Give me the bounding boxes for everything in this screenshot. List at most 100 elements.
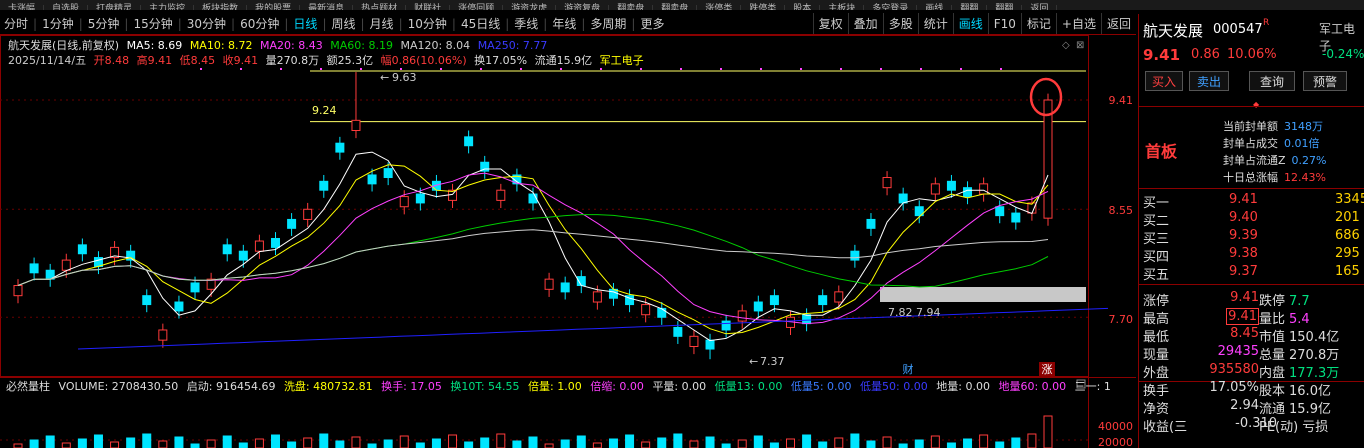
candle[interactable] — [850, 244, 860, 268]
seal-key: 十日总涨幅 — [1223, 171, 1278, 184]
candle[interactable] — [367, 168, 377, 192]
event-dot — [800, 68, 802, 70]
low-price-label: 7.37 — [760, 355, 785, 368]
candle[interactable] — [287, 213, 297, 236]
candle[interactable] — [528, 187, 538, 211]
high-price-label: 9.63 — [392, 71, 417, 84]
candle-body — [415, 193, 425, 204]
price-change: 0.86 — [1191, 47, 1220, 62]
candle[interactable] — [979, 177, 989, 202]
sell-button[interactable]: 卖出 — [1189, 71, 1229, 91]
seal-key: 封单占流通Z — [1223, 154, 1286, 167]
candle[interactable] — [963, 181, 973, 205]
indicator-name[interactable]: 必然量柱 — [6, 380, 50, 393]
volume-bar — [222, 435, 232, 448]
candle[interactable] — [882, 171, 892, 196]
ma250-line — [77, 307, 1109, 350]
candle[interactable] — [866, 213, 876, 236]
stat-value: 15.9亿 — [1289, 402, 1331, 417]
candle-body — [963, 187, 973, 198]
event-marker: 涨 — [1042, 363, 1053, 376]
bid-row[interactable]: 买五 9.37 165 — [1139, 264, 1364, 283]
bid-price: 9.37 — [1229, 264, 1258, 279]
candle-body — [1011, 212, 1021, 223]
stat-right: 跌停 7.7 — [1259, 290, 1310, 309]
yaxis-label: 8.55 — [1109, 204, 1134, 217]
settings-icon[interactable]: ◇ — [1062, 40, 1070, 51]
candle[interactable] — [319, 174, 329, 198]
stat-value: 270.8万 — [1289, 348, 1340, 363]
bid-row[interactable]: 买二 9.40 201 — [1139, 210, 1364, 229]
candle[interactable] — [930, 177, 940, 202]
alert-button[interactable]: 预警 — [1303, 71, 1347, 91]
expand-arrow-icon[interactable]: ◆ — [1253, 100, 1259, 109]
candle-body — [705, 339, 715, 350]
candle[interactable] — [448, 183, 458, 209]
candle[interactable] — [496, 183, 506, 209]
volume-bar — [898, 443, 908, 448]
candle[interactable] — [303, 202, 313, 228]
seal-value: 0.01倍 — [1284, 137, 1320, 150]
candle[interactable] — [576, 270, 586, 294]
candle[interactable] — [753, 295, 763, 319]
candle[interactable] — [126, 244, 136, 268]
candle[interactable] — [77, 238, 87, 262]
candle[interactable] — [271, 232, 280, 256]
candle-body — [721, 320, 731, 331]
seal-value: 12.43% — [1284, 171, 1326, 184]
candle[interactable] — [464, 130, 474, 154]
bid-price: 9.40 — [1229, 210, 1258, 225]
diliang5-value: 低量5: 0.00 — [790, 380, 852, 393]
bid-row[interactable]: 买一 9.41 3345 — [1139, 192, 1364, 211]
candle[interactable] — [254, 234, 264, 259]
candle[interactable] — [689, 329, 699, 355]
huan10-value: 换10T: 54.55 — [450, 380, 520, 393]
candle[interactable] — [705, 333, 715, 360]
candle[interactable] — [625, 289, 635, 313]
candle[interactable] — [995, 200, 1005, 224]
candle[interactable] — [737, 304, 747, 329]
close-icon[interactable]: ⊠ — [1076, 40, 1084, 51]
volume-bar — [721, 443, 731, 448]
bid-price: 9.39 — [1229, 228, 1258, 243]
candle[interactable] — [13, 279, 23, 304]
candle[interactable] — [480, 155, 490, 179]
candle[interactable] — [45, 263, 55, 287]
candle-body — [254, 240, 264, 252]
bid-label: 买四 — [1143, 250, 1170, 265]
candle-body — [29, 263, 39, 274]
candle[interactable] — [29, 257, 39, 281]
candle-body — [303, 208, 313, 220]
volume-bar — [319, 433, 329, 448]
candle[interactable] — [560, 276, 570, 300]
volume-bar — [592, 442, 602, 448]
bid-row[interactable]: 买四 9.38 295 — [1139, 246, 1364, 265]
event-dot — [480, 68, 482, 70]
candle-body — [898, 193, 908, 204]
candle[interactable] — [544, 272, 554, 297]
stock-code: 000547 — [1213, 22, 1263, 37]
mid-label: 7.82 — [888, 306, 913, 319]
candle[interactable] — [158, 323, 168, 348]
candle[interactable] — [142, 289, 152, 313]
candle[interactable] — [93, 251, 103, 275]
candle[interactable] — [898, 187, 908, 211]
event-dot — [920, 68, 922, 70]
price-change-pct: 10.06% — [1227, 47, 1277, 62]
buy-button[interactable]: 买入 — [1145, 71, 1183, 91]
candle[interactable] — [222, 238, 232, 262]
query-button[interactable]: 查询 — [1249, 71, 1295, 91]
candle[interactable] — [351, 72, 361, 139]
event-dot — [840, 68, 842, 70]
stat-key: 换手 — [1143, 384, 1170, 399]
volume-bar — [705, 436, 715, 448]
divider — [1139, 188, 1364, 189]
candle[interactable] — [673, 321, 683, 344]
bid-row[interactable]: 买三 9.39 686 — [1139, 228, 1364, 247]
event-dot — [640, 68, 642, 70]
stat-key: 最低 — [1143, 330, 1170, 345]
candle[interactable] — [818, 289, 828, 313]
candle[interactable] — [335, 136, 345, 160]
candle[interactable] — [657, 302, 667, 325]
candle[interactable] — [1011, 206, 1021, 230]
